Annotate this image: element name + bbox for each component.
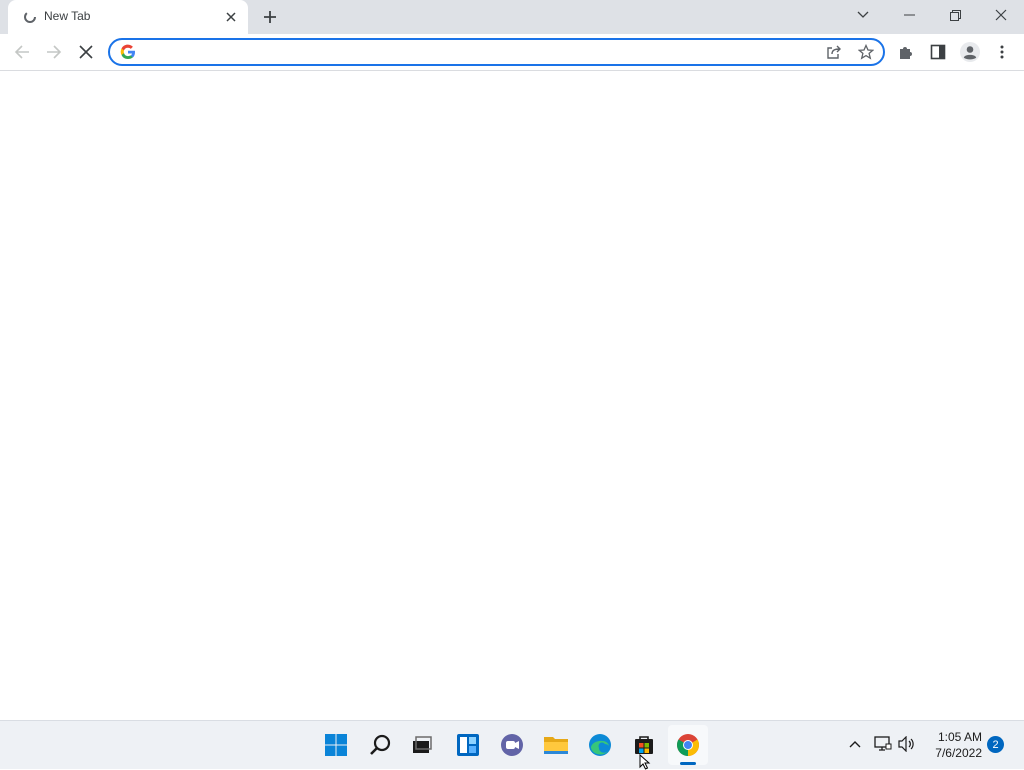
side-panel-icon <box>930 44 946 60</box>
volume-button[interactable] <box>896 733 918 755</box>
chevron-down-icon <box>857 11 869 18</box>
profile-button[interactable] <box>958 40 982 64</box>
tab-new-tab[interactable]: New Tab <box>8 0 248 34</box>
browser-toolbar <box>0 34 1024 71</box>
windows-logo-icon <box>325 734 347 756</box>
taskbar: 1:05 AM 7/6/2022 2 <box>0 720 1024 769</box>
widgets-icon <box>457 734 479 756</box>
network-icon <box>874 736 892 751</box>
edge-icon <box>589 734 611 756</box>
chrome-icon <box>677 734 699 756</box>
chevron-up-icon <box>849 741 861 748</box>
store-icon <box>635 736 653 754</box>
star-icon <box>858 44 874 60</box>
folder-icon <box>544 737 568 754</box>
search-button[interactable] <box>360 725 400 765</box>
tab-strip: New Tab <box>0 0 1024 34</box>
file-explorer-button[interactable] <box>536 725 576 765</box>
loading-icon <box>24 11 36 23</box>
clock-time: 1:05 AM <box>937 730 982 744</box>
chrome-button[interactable] <box>668 725 708 765</box>
puzzle-icon <box>900 47 912 59</box>
side-panel-button[interactable] <box>926 40 950 64</box>
minimize-icon <box>903 14 915 16</box>
plus-icon <box>264 11 276 23</box>
forward-button[interactable] <box>40 38 68 66</box>
close-icon <box>995 9 1007 21</box>
edge-button[interactable] <box>580 725 620 765</box>
minimize-button[interactable] <box>886 0 932 30</box>
show-hidden-icons-button[interactable] <box>844 733 866 755</box>
restore-icon <box>949 9 961 21</box>
back-button[interactable] <box>8 38 36 66</box>
network-button[interactable] <box>872 733 894 755</box>
back-arrow-icon <box>14 45 29 59</box>
task-view-button[interactable] <box>402 725 442 765</box>
address-input[interactable] <box>144 42 818 64</box>
extensions-button[interactable] <box>894 40 918 64</box>
clock-date: 7/6/2022 <box>935 746 982 760</box>
address-bar[interactable] <box>108 38 885 66</box>
close-window-button[interactable] <box>978 0 1024 30</box>
share-icon <box>827 45 841 59</box>
clock[interactable]: 1:05 AM 7/6/2022 <box>924 729 982 761</box>
google-g-icon <box>120 44 135 60</box>
tab-title: New Tab <box>44 9 91 23</box>
tab-close-button[interactable] <box>223 9 239 25</box>
widgets-button[interactable] <box>448 725 488 765</box>
close-icon <box>226 12 236 22</box>
stop-button[interactable] <box>72 38 100 66</box>
forward-arrow-icon <box>47 45 62 59</box>
page-content <box>0 71 1024 720</box>
search-icon <box>370 734 391 755</box>
tab-search-button[interactable] <box>840 0 886 30</box>
kebab-menu-icon <box>1000 45 1004 59</box>
chat-button[interactable] <box>492 725 532 765</box>
avatar-icon <box>960 42 980 62</box>
notification-badge[interactable]: 2 <box>987 736 1004 753</box>
menu-button[interactable] <box>990 40 1014 64</box>
teams-chat-icon <box>501 734 523 756</box>
active-app-indicator <box>680 762 696 765</box>
start-button[interactable] <box>316 725 356 765</box>
new-tab-button[interactable] <box>259 6 281 28</box>
bookmark-button[interactable] <box>857 43 875 61</box>
restore-button[interactable] <box>932 0 978 30</box>
task-view-icon <box>413 736 432 753</box>
share-button[interactable] <box>825 43 843 61</box>
stop-loading-icon <box>79 45 93 59</box>
volume-icon <box>898 736 914 752</box>
